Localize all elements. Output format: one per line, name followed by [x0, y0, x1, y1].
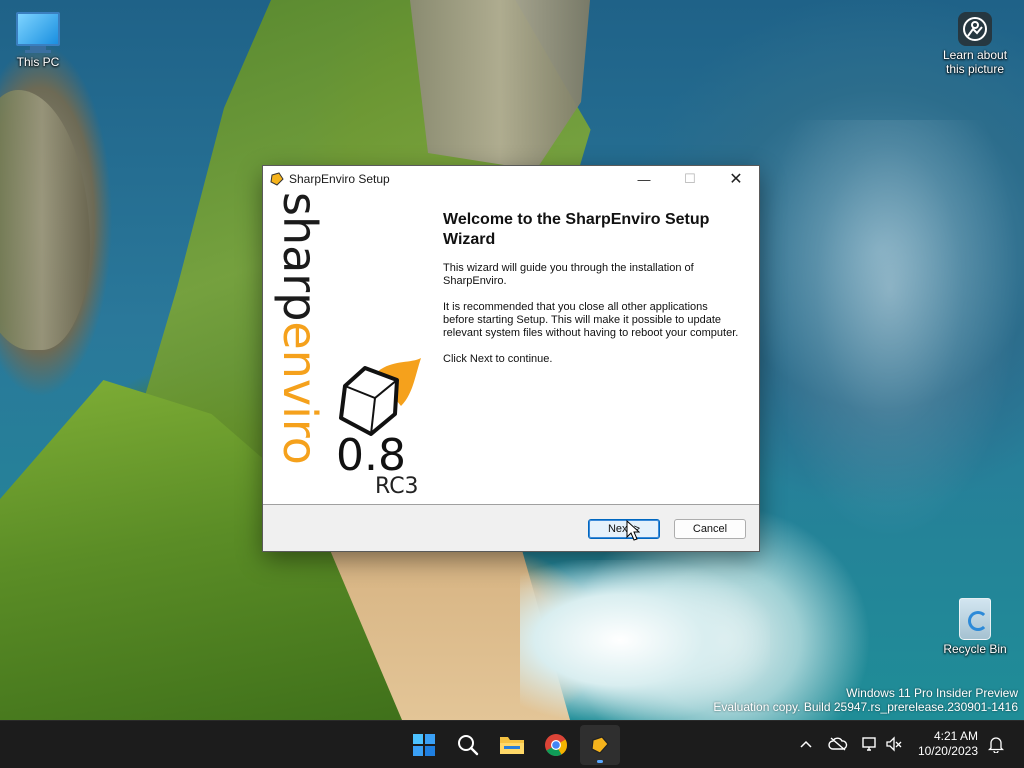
wizard-paragraph: It is recommended that you close all oth… [443, 301, 739, 339]
cancel-button[interactable]: Cancel [674, 519, 746, 539]
start-button[interactable] [404, 725, 444, 765]
taskbar-sharpenviro-setup[interactable] [580, 725, 620, 765]
wizard-banner: sharpenviro 0.8 RC3 [263, 192, 427, 504]
onedrive-tray-button[interactable] [828, 733, 848, 755]
desktop-icon-label: Learn about this picture [942, 48, 1008, 76]
wizard-content: Welcome to the SharpEnviro Setup Wizard … [443, 210, 739, 379]
next-button[interactable]: Next > [588, 519, 660, 539]
minimize-button[interactable]: — [621, 166, 667, 192]
taskbar-chrome[interactable] [536, 725, 576, 765]
taskbar: 4:21 AM 10/20/2023 [0, 720, 1024, 768]
active-app-indicator [597, 760, 603, 763]
sharpenviro-app-icon [270, 172, 284, 186]
show-hidden-icons-button[interactable] [796, 733, 816, 755]
maximize-icon: ☐ [684, 171, 696, 186]
wallpaper-sea-shine [760, 120, 1020, 540]
minimize-icon: — [637, 171, 651, 187]
logo-version: 0.8 [336, 430, 406, 481]
taskbar-search-button[interactable] [448, 725, 488, 765]
sharpenviro-setup-icon [591, 736, 609, 754]
volume-tray-button[interactable] [884, 733, 904, 755]
volume-muted-icon [886, 736, 902, 752]
wallpaper-cliff-left [0, 90, 90, 350]
chevron-up-icon [800, 740, 812, 748]
logo-release: RC3 [375, 474, 419, 499]
network-icon [862, 737, 876, 751]
desktop-icon-this-pc[interactable]: This PC [0, 12, 76, 69]
watermark-build: Evaluation copy. Build 25947.rs_prerelea… [713, 700, 1018, 714]
close-icon: ✕ [729, 171, 743, 188]
camera-info-icon [958, 12, 992, 46]
cloud-offline-icon [828, 737, 848, 751]
network-tray-button[interactable] [860, 733, 880, 755]
clock-time: 4:21 AM [933, 729, 978, 743]
taskbar-clock[interactable]: 4:21 AM 10/20/2023 [908, 729, 978, 759]
desktop-icon-recycle-bin[interactable]: Recycle Bin [937, 598, 1013, 656]
setup-wizard-dialog: SharpEnviro Setup — ☐ ✕ sharpenviro 0.8 … [263, 166, 759, 551]
logo-wordmark: sharpenviro [273, 192, 327, 502]
bell-icon [988, 737, 1004, 753]
maximize-button: ☐ [667, 166, 713, 192]
chrome-icon [545, 734, 567, 756]
wizard-paragraph: Click Next to continue. [443, 353, 553, 365]
desktop-icon-label: Recycle Bin [943, 642, 1007, 656]
search-icon [458, 735, 479, 756]
close-button[interactable]: ✕ [713, 166, 759, 192]
desktop-icon-label: This PC [16, 55, 60, 69]
taskbar-file-explorer[interactable] [492, 725, 532, 765]
mouse-cursor-icon [626, 520, 640, 541]
wizard-paragraph: This wizard will guide you through the i… [443, 262, 694, 287]
clock-date: 10/20/2023 [917, 744, 978, 758]
logo-word-dark: sharp [273, 192, 327, 322]
watermark-edition: Windows 11 Pro Insider Preview [846, 686, 1018, 700]
monitor-icon [0, 12, 76, 53]
start-windows-icon [413, 734, 435, 756]
notifications-button[interactable] [986, 733, 1006, 755]
desktop-icon-learn-about-picture[interactable]: Learn about this picture [937, 12, 1013, 76]
dialog-title: SharpEnviro Setup [289, 172, 390, 186]
logo-word-accent: enviro [273, 321, 327, 465]
dialog-titlebar[interactable]: SharpEnviro Setup — ☐ ✕ [263, 166, 759, 192]
recycle-bin-icon [959, 598, 991, 640]
file-explorer-icon [500, 737, 524, 754]
wizard-heading: Welcome to the SharpEnviro Setup Wizard [443, 211, 710, 248]
dialog-footer: Next > Cancel [263, 505, 759, 551]
windows-watermark: Windows 11 Pro Insider Preview Evaluatio… [713, 686, 1018, 714]
